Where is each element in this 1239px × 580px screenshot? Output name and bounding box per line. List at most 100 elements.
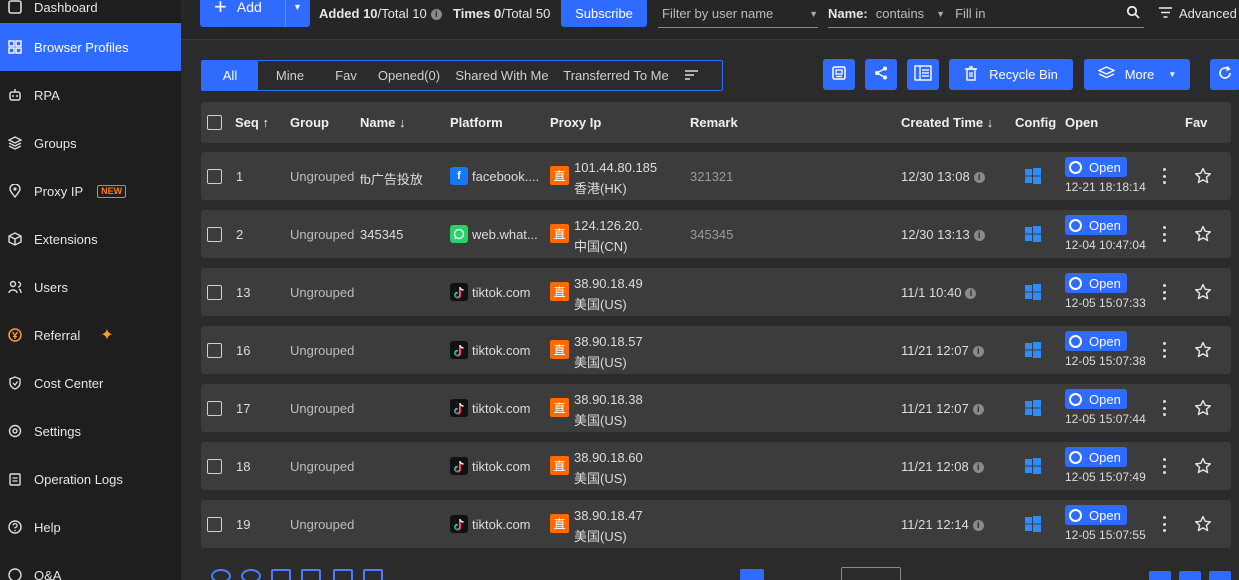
tab-mine[interactable]: Mine xyxy=(258,61,322,90)
recycle-bin-button[interactable]: Recycle Bin xyxy=(949,59,1073,90)
row-checkbox[interactable] xyxy=(207,285,222,300)
row-remark[interactable]: 345345 xyxy=(690,227,733,242)
save-layout-button[interactable] xyxy=(823,59,855,90)
windows-icon[interactable] xyxy=(1025,516,1041,532)
star-icon[interactable] xyxy=(1194,225,1212,243)
table-row[interactable]: 1 Ungrouped fb广告投放 f facebook.... 直 101.44.80.… xyxy=(201,152,1231,200)
table-row[interactable]: 19 Ungrouped tiktok.com 直 38.90.18.47 美国(US) 1… xyxy=(201,500,1231,548)
sidebar-item-operation-logs[interactable]: Operation Logs xyxy=(0,455,181,503)
row-proxy-ip[interactable]: 38.90.18.57 xyxy=(574,334,643,349)
row-proxy-ip[interactable]: 38.90.18.60 xyxy=(574,450,643,465)
open-profile-button[interactable]: Open xyxy=(1065,447,1127,467)
sidebar-item-qa[interactable]: Q&A xyxy=(0,551,181,580)
col-created-time[interactable]: Created Time ↓ xyxy=(901,115,993,130)
page-jump-input[interactable] xyxy=(841,567,901,580)
more-options-icon[interactable] xyxy=(1162,400,1166,416)
tab-opened[interactable]: Opened(0) xyxy=(370,61,448,90)
sidebar-item-groups[interactable]: Groups xyxy=(0,119,181,167)
footer-nav-button[interactable] xyxy=(1179,571,1201,580)
sidebar-item-referral[interactable]: Referral ✦ xyxy=(0,311,181,359)
list-view-button[interactable] xyxy=(907,59,939,90)
row-proxy-ip[interactable]: 38.90.18.38 xyxy=(574,392,643,407)
col-seq[interactable]: Seq ↑ xyxy=(235,115,269,130)
table-row[interactable]: 17 Ungrouped tiktok.com 直 38.90.18.38 美国(US) 1… xyxy=(201,384,1231,432)
row-remark[interactable]: 321321 xyxy=(690,169,733,184)
open-profile-button[interactable]: Open xyxy=(1065,215,1127,235)
footer-nav-button[interactable] xyxy=(1209,571,1231,580)
open-profile-button[interactable]: Open xyxy=(1065,157,1127,177)
tab-shared-with-me[interactable]: Shared With Me xyxy=(448,61,556,90)
sidebar-item-settings[interactable]: Settings xyxy=(0,407,181,455)
more-options-icon[interactable] xyxy=(1162,516,1166,532)
row-checkbox[interactable] xyxy=(207,517,222,532)
row-checkbox[interactable] xyxy=(207,401,222,416)
row-checkbox[interactable] xyxy=(207,227,222,242)
more-actions-button[interactable]: More ▼ xyxy=(1084,59,1190,90)
subscribe-button[interactable]: Subscribe xyxy=(561,0,647,27)
row-checkbox[interactable] xyxy=(207,343,222,358)
more-options-icon[interactable] xyxy=(1162,342,1166,358)
star-icon[interactable] xyxy=(1194,167,1212,185)
star-icon[interactable] xyxy=(1194,515,1212,533)
search-icon[interactable] xyxy=(1126,5,1140,22)
name-search-field[interactable]: Name: contains ▼ Fill in xyxy=(828,0,1144,28)
sidebar-item-proxy-ip[interactable]: Proxy IP NEW xyxy=(0,167,181,215)
star-icon[interactable] xyxy=(1194,283,1212,301)
tab-transferred-to-me[interactable]: Transferred To Me xyxy=(556,61,676,90)
row-checkbox[interactable] xyxy=(207,169,222,184)
current-page-button[interactable] xyxy=(740,569,764,580)
sidebar-item-rpa[interactable]: RPA xyxy=(0,71,181,119)
row-proxy-ip[interactable]: 101.44.80.185 xyxy=(574,160,657,175)
windows-icon[interactable] xyxy=(1025,342,1041,358)
windows-icon[interactable] xyxy=(1025,226,1041,242)
tab-sort-button[interactable] xyxy=(676,61,706,90)
row-name[interactable]: fb广告投放 xyxy=(360,169,423,188)
footer-action-icon[interactable] xyxy=(301,569,321,580)
row-proxy-ip[interactable]: 38.90.18.49 xyxy=(574,276,643,291)
user-filter-select[interactable]: Filter by user name ▼ xyxy=(658,0,818,28)
footer-nav-button[interactable] xyxy=(1149,571,1171,580)
footer-action-icon[interactable] xyxy=(241,569,261,580)
tab-fav[interactable]: Fav xyxy=(322,61,370,90)
more-options-icon[interactable] xyxy=(1162,458,1166,474)
share-button[interactable] xyxy=(865,59,897,90)
more-options-icon[interactable] xyxy=(1162,284,1166,300)
add-dropdown-button[interactable]: ▼ xyxy=(285,0,309,27)
table-row[interactable]: 2 Ungrouped 345345 web.what... 直 124.126.20. 中… xyxy=(201,210,1231,258)
star-icon[interactable] xyxy=(1194,399,1212,417)
open-profile-button[interactable]: Open xyxy=(1065,389,1127,409)
footer-action-icon[interactable] xyxy=(363,569,383,580)
open-profile-button[interactable]: Open xyxy=(1065,273,1127,293)
tab-all[interactable]: All xyxy=(202,61,258,90)
direct-proxy-badge: 直 xyxy=(550,282,569,301)
more-options-icon[interactable] xyxy=(1162,226,1166,242)
sidebar-item-help[interactable]: Help xyxy=(0,503,181,551)
windows-icon[interactable] xyxy=(1025,400,1041,416)
sidebar-item-users[interactable]: Users xyxy=(0,263,181,311)
sidebar-item-extensions[interactable]: Extensions xyxy=(0,215,181,263)
select-all-checkbox[interactable] xyxy=(207,115,222,130)
table-row[interactable]: 18 Ungrouped tiktok.com 直 38.90.18.60 美国(US) 1… xyxy=(201,442,1231,490)
row-proxy-ip[interactable]: 38.90.18.47 xyxy=(574,508,643,523)
footer-action-icon[interactable] xyxy=(271,569,291,580)
open-profile-button[interactable]: Open xyxy=(1065,331,1127,351)
star-icon[interactable] xyxy=(1194,457,1212,475)
more-options-icon[interactable] xyxy=(1162,168,1166,184)
windows-icon[interactable] xyxy=(1025,168,1041,184)
footer-action-icon[interactable] xyxy=(211,569,231,580)
sidebar-item-cost-center[interactable]: Cost Center xyxy=(0,359,181,407)
windows-icon[interactable] xyxy=(1025,284,1041,300)
row-name[interactable]: 345345 xyxy=(360,227,403,242)
table-row[interactable]: 16 Ungrouped tiktok.com 直 38.90.18.57 美国(US) 1… xyxy=(201,326,1231,374)
windows-icon[interactable] xyxy=(1025,458,1041,474)
table-row[interactable]: 13 Ungrouped tiktok.com 直 38.90.18.49 美国(US) 1… xyxy=(201,268,1231,316)
star-icon[interactable] xyxy=(1194,341,1212,359)
row-checkbox[interactable] xyxy=(207,459,222,474)
col-name[interactable]: Name ↓ xyxy=(360,115,406,130)
advanced-filter-button[interactable]: Advanced xyxy=(1159,6,1237,21)
open-profile-button[interactable]: Open xyxy=(1065,505,1127,525)
footer-action-icon[interactable] xyxy=(333,569,353,580)
refresh-button[interactable] xyxy=(1210,59,1239,90)
sidebar-item-browser-profiles[interactable]: Browser Profiles xyxy=(0,23,181,71)
row-proxy-ip[interactable]: 124.126.20. xyxy=(574,218,643,233)
